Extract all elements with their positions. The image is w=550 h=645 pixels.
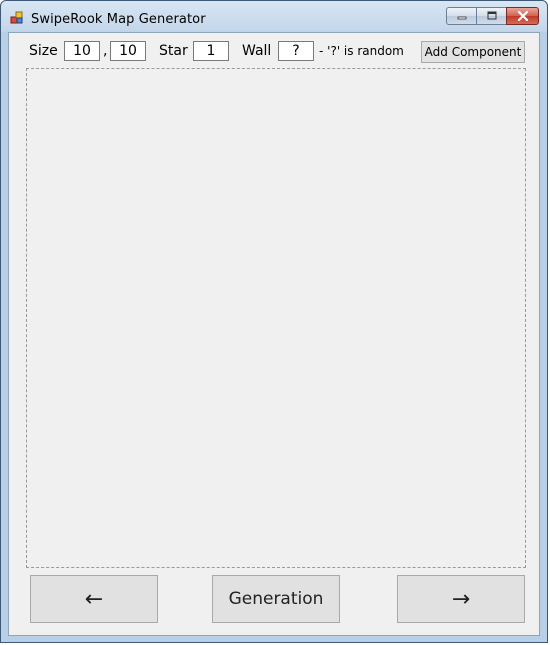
size-height-input[interactable]: 10 (110, 41, 146, 61)
previous-button[interactable]: ← (30, 575, 158, 623)
wall-input[interactable]: ? (278, 41, 314, 61)
client-area: Size 10 , 10 Star 1 Wall ? - '?' is rand… (8, 32, 540, 636)
close-icon (517, 11, 528, 21)
window-title: SwipeRook Map Generator (31, 12, 206, 27)
maximize-button[interactable] (476, 7, 506, 25)
main-window: SwipeRook Map Generator Size 10 , 10 Sta… (0, 0, 548, 643)
star-input[interactable]: 1 (193, 41, 229, 61)
size-width-input[interactable]: 10 (64, 41, 100, 61)
title-bar[interactable]: SwipeRook Map Generator (1, 1, 547, 31)
star-label: Star (159, 43, 188, 59)
close-button[interactable] (506, 7, 539, 25)
generation-button[interactable]: Generation (212, 575, 340, 623)
size-label: Size (29, 43, 58, 59)
app-icon (10, 11, 23, 24)
minimize-icon (457, 16, 466, 20)
next-button[interactable]: → (397, 575, 525, 623)
caption-buttons (446, 7, 539, 27)
add-component-button[interactable]: Add Component (421, 41, 525, 63)
random-hint: - '?' is random (319, 44, 404, 58)
wall-label: Wall (242, 43, 272, 59)
maximize-icon (487, 11, 496, 20)
size-separator: , (103, 43, 108, 59)
map-canvas[interactable] (26, 68, 526, 568)
minimize-button[interactable] (446, 7, 476, 25)
